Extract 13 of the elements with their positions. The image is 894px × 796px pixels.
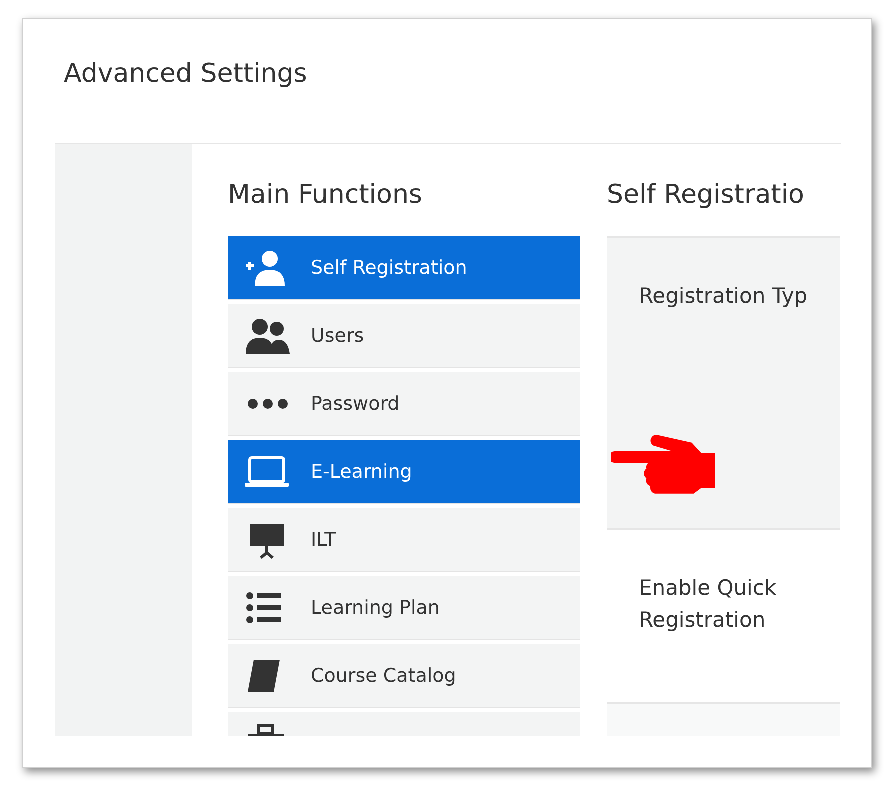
section-heading: Main Functions — [228, 179, 424, 212]
menu-item[interactable]: Users — [228, 304, 580, 367]
menu-item[interactable]: Password — [228, 372, 580, 435]
section-heading: Self Registratio — [607, 179, 806, 212]
menu-item[interactable]: ILT — [228, 508, 580, 571]
menu-item[interactable]: Course Catalog — [228, 644, 580, 707]
menu-item[interactable]: Learning Plan — [228, 576, 580, 639]
dots-icon — [247, 398, 289, 410]
setting-label: Enable Quick Registration — [639, 575, 778, 634]
setting-label: Registration Typ — [639, 283, 809, 310]
menu-item[interactable]: E-Learning — [228, 440, 580, 503]
window-title: Advanced Settings — [63, 58, 308, 91]
menu-item[interactable]: Self Registration — [228, 236, 580, 299]
